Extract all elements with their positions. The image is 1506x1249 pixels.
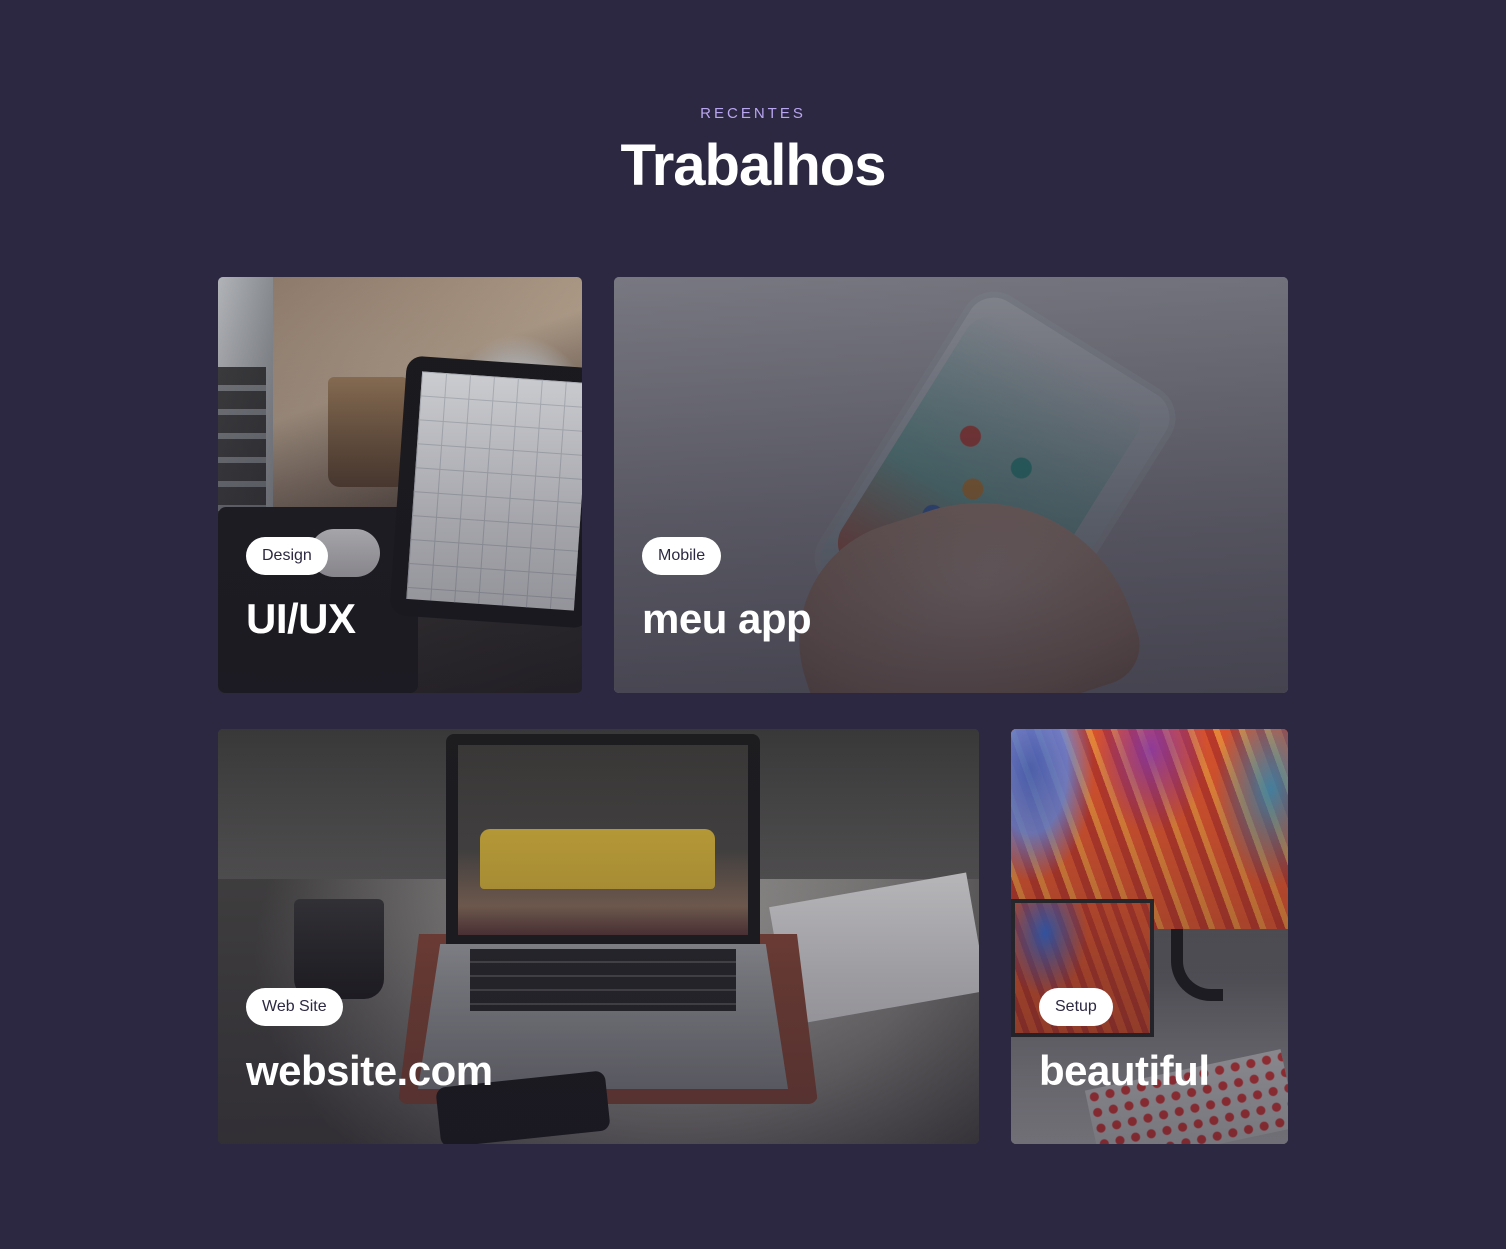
project-tag: Design xyxy=(246,537,328,575)
project-title: website.com xyxy=(246,1047,493,1094)
project-tag: Mobile xyxy=(642,537,722,575)
project-card-website[interactable]: Web Site website.com xyxy=(218,729,979,1144)
project-card-design[interactable]: Design UI/UX xyxy=(218,277,582,693)
project-title: beautiful xyxy=(1039,1047,1210,1094)
section-title: Trabalhos xyxy=(620,133,887,198)
project-tag: Web Site xyxy=(246,988,343,1026)
project-title: meu app xyxy=(642,595,812,642)
project-card-setup[interactable]: Setup beautiful xyxy=(1011,729,1288,1144)
section-eyebrow: RECENTES xyxy=(700,105,806,122)
project-tag: Setup xyxy=(1039,988,1113,1026)
project-card-mobile[interactable]: Mobile meu app xyxy=(614,277,1288,693)
project-title: UI/UX xyxy=(246,595,356,642)
